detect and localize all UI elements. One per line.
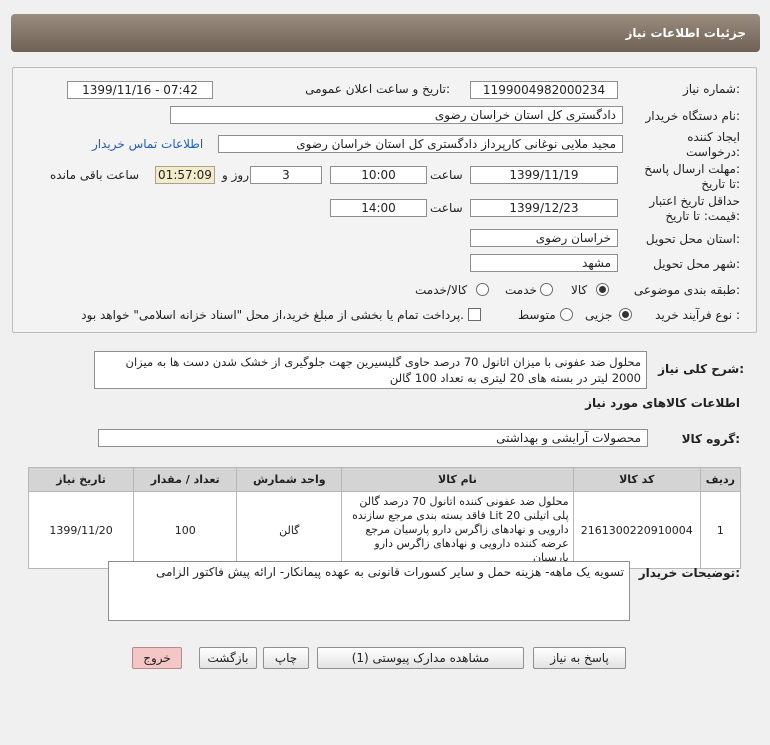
category-radio-service[interactable]	[540, 283, 553, 296]
city-label: شهر محل تحویل:	[653, 257, 740, 271]
header-unit: واحد شمارش	[236, 467, 343, 492]
buyer-contact-link[interactable]: اطلاعات تماس خریدار	[92, 137, 203, 151]
city-field: مشهد	[470, 254, 618, 272]
header-quantity: تعداد / مقدار	[133, 467, 238, 492]
attachments-button[interactable]: مشاهده مدارک پیوستی (1)	[317, 647, 524, 669]
cell-row-number: 1	[699, 491, 742, 569]
days-label: روز و	[222, 168, 249, 182]
price-validity-time-field: 14:00	[330, 199, 427, 217]
reply-deadline-label-2: تا تاریخ:	[701, 177, 740, 191]
header-row-number: ردیف	[699, 467, 742, 492]
category-option-service: خدمت	[505, 283, 537, 297]
price-validity-date-field: 1399/12/23	[470, 199, 618, 217]
cell-unit: گالن	[236, 491, 343, 569]
goods-group-field: محصولات آرایشی و بهداشتی	[98, 429, 648, 447]
announce-field: 1399/11/16 - 07:42	[67, 81, 213, 99]
need-number-field: 1199004982000234	[470, 81, 618, 99]
announce-label: تاریخ و ساعت اعلان عمومی:	[305, 82, 450, 96]
page-title: جزئیات اطلاعات نیاز	[625, 26, 746, 40]
print-button[interactable]: چاپ	[263, 647, 309, 669]
price-validity-label-2: قیمت: تا تاریخ:	[665, 209, 740, 223]
page-header: جزئیات اطلاعات نیاز	[11, 14, 760, 52]
reply-time-label: ساعت	[430, 168, 463, 182]
category-radio-goods-service[interactable]	[476, 283, 489, 296]
cell-item-code: 2161300220910004	[572, 491, 701, 569]
requester-field: مجید ملایی نوغانی کارپرداز دادگستری کل ا…	[218, 135, 623, 153]
summary-label: شرح کلی نیاز:	[658, 362, 744, 376]
requester-label-1: ایجاد کننده	[687, 130, 740, 144]
table-row: 1 2161300220910004 محلول ضد عفونی کننده …	[27, 491, 742, 569]
treasury-note: پرداخت تمام یا بخشی از مبلغ خرید،از محل …	[81, 308, 464, 322]
price-validity-time-label: ساعت	[430, 201, 463, 215]
process-label: نوع فرآیند خرید :	[655, 308, 740, 322]
process-radio-medium[interactable]	[560, 308, 573, 321]
price-validity-label-1: حداقل تاریخ اعتبار	[649, 194, 740, 208]
requester-label-2: درخواست:	[686, 145, 740, 159]
goods-group-label: گروه کالا:	[681, 432, 740, 446]
items-table: ردیف کد کالا نام کالا واحد شمارش تعداد /…	[27, 467, 742, 569]
category-radio-goods[interactable]	[596, 283, 609, 296]
category-option-goods: کالا	[571, 283, 588, 297]
buyer-org-label: نام دستگاه خریدار:	[645, 109, 741, 123]
cell-item-name: محلول ضد عفونی کننده اتانول 70 درصد گالن…	[341, 491, 574, 569]
header-need-date: تاریخ نیاز	[27, 467, 135, 492]
back-button[interactable]: بازگشت	[199, 647, 257, 669]
table-header-row: ردیف کد کالا نام کالا واحد شمارش تعداد /…	[27, 467, 742, 492]
cell-need-date: 1399/11/20	[27, 491, 135, 569]
buyer-org-field: دادگستری کل استان خراسان رضوی	[170, 106, 623, 124]
remaining-label: ساعت باقی مانده	[50, 168, 140, 182]
exit-button[interactable]: خروج	[132, 647, 182, 669]
process-option-minor: جزیی	[585, 308, 613, 322]
treasury-checkbox[interactable]	[468, 308, 481, 321]
province-field: خراسان رضوی	[470, 229, 618, 247]
remaining-timer: 01:57:09	[155, 166, 215, 184]
reply-days-field: 3	[250, 166, 322, 184]
reply-button[interactable]: پاسخ به نیاز	[533, 647, 626, 669]
goods-info-title: اطلاعات کالاهای مورد نیاز	[585, 396, 740, 410]
buyer-notes-text: تسویه یک ماهه- هزینه حمل و سایر کسورات ق…	[108, 561, 630, 621]
reply-deadline-label-1: مهلت ارسال پاسخ:	[644, 162, 740, 176]
province-label: استان محل تحویل:	[645, 232, 740, 246]
reply-date-field: 1399/11/19	[470, 166, 618, 184]
process-radio-minor[interactable]	[619, 308, 632, 321]
summary-text: محلول ضد عفونی با میزان اتانول 70 درصد ح…	[94, 351, 647, 389]
need-number-label: شماره نیاز:	[682, 82, 740, 96]
process-option-medium: متوسط	[518, 308, 556, 322]
reply-time-field: 10:00	[330, 166, 427, 184]
header-item-name: نام کالا	[341, 467, 574, 492]
category-label: طبقه بندی موضوعی:	[633, 283, 740, 297]
header-item-code: کد کالا	[572, 467, 701, 492]
buyer-notes-label: توضیحات خریدار:	[638, 566, 740, 580]
category-option-goods-service: کالا/خدمت	[415, 283, 468, 297]
cell-quantity: 100	[133, 491, 238, 569]
